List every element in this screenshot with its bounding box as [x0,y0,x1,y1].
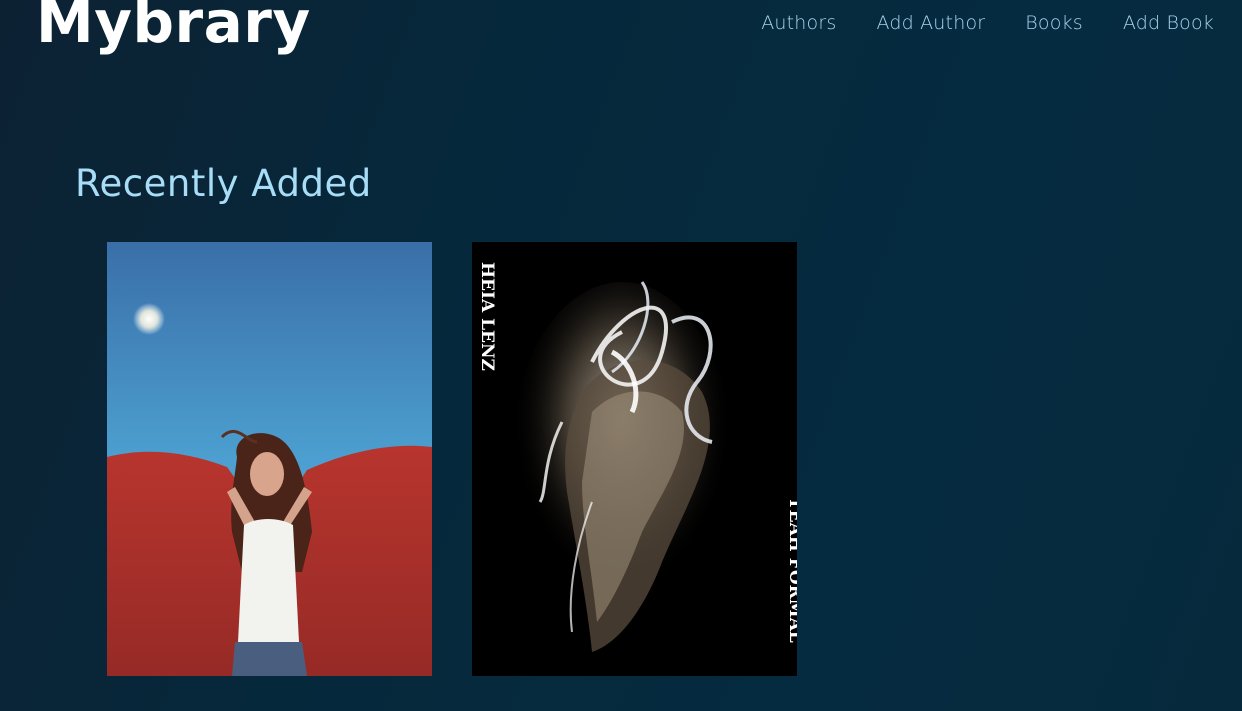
cover-2-spine-text-top: HEIA LENZ [477,262,497,371]
nav-authors-link[interactable]: Authors [761,12,836,34]
top-navbar: Mybrary Authors Add Author Books Add Boo… [0,0,1242,70]
nav-books-link[interactable]: Books [1025,12,1083,34]
cover-2-spine-text-bottom: TEAH FORMAL [785,497,797,643]
nav-add-book-link[interactable]: Add Book [1123,12,1214,34]
book-cover-1-image [107,242,432,676]
book-cover-2-link[interactable]: HEIA LENZ TEAH FORMAL [472,242,797,676]
book-cover-1-link[interactable] [107,242,432,676]
main-nav: Authors Add Author Books Add Book [761,12,1214,34]
book-cover-2-image: HEIA LENZ TEAH FORMAL [472,242,797,676]
recently-added-heading: Recently Added [75,162,372,205]
brand-logo-link[interactable]: Mybrary [36,0,311,58]
nav-add-author-link[interactable]: Add Author [876,12,985,34]
